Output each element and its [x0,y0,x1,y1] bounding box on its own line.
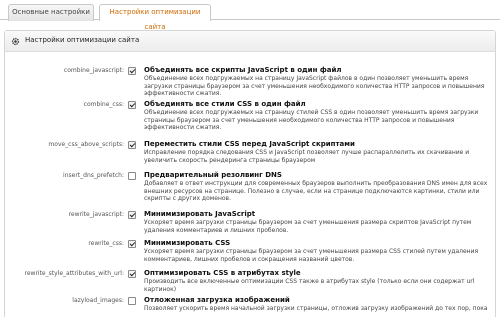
option-description: Производить все включенные оптимизации C… [144,278,475,293]
option-title: Переместить стили CSS перед JavaScript с… [144,140,355,148]
option-title: Минимизировать CSS [144,239,231,247]
tab-bar: Основные настройки Настройки оптимизации… [0,0,500,31]
combine-css-checkbox[interactable] [128,101,136,109]
tab-optimization-settings[interactable]: Настройки оптимизации сайта [99,4,211,31]
gear-icon [11,37,20,46]
option-key: move_css_above_scripts: [48,141,124,148]
option-title: Отложенная загрузка изображений [144,296,290,304]
tab-main-settings[interactable]: Основные настройки [8,4,94,21]
panel-header: Настройки оптимизации сайта [5,31,495,52]
lazyload-images-checkbox[interactable] [128,297,136,305]
option-description: Объединение всех подгружаемых на страниц… [144,109,479,131]
option-description: Ускоряет время загрузки страницы браузер… [144,219,472,234]
rewrite-javascript-checkbox[interactable] [128,211,136,219]
option-key: lazyload_images: [72,297,124,304]
option-title: Оптимизировать CSS в атрибутах style [144,269,301,277]
option-key: rewrite_css: [88,240,124,247]
option-description: Объединение всех подгружаемых на страниц… [144,75,485,97]
insert-dns-prefetch-checkbox[interactable] [128,172,136,180]
move-css-above-scripts-checkbox[interactable] [128,141,136,149]
option-description: Добавляет в ответ инструкции для совреме… [144,180,488,202]
panel-title: Настройки оптимизации сайта [25,36,140,44]
option-key: rewrite_style_attributes_with_url: [24,270,124,277]
option-title: Объединять все стили CSS в один файл [144,100,306,108]
option-description: Исправление порядка следования CSS и Jav… [144,149,470,164]
option-description: Ускоряет время загрузки страницы браузер… [144,248,479,263]
rewrite-css-checkbox[interactable] [128,240,136,248]
rewrite-style-attributes-checkbox[interactable] [128,270,136,278]
option-title: Минимизировать JavaScript [144,210,256,218]
option-title: Предварительный резолвинг DNS [144,171,282,179]
option-key: insert_dns_prefetch: [63,172,124,179]
combine-javascript-checkbox[interactable] [128,67,136,75]
option-key: combine_css: [83,101,124,108]
option-key: combine_javascript: [63,67,124,74]
option-key: rewrite_javascript: [68,211,124,218]
option-title: Объединять все скрипты JavaScript в один… [144,66,342,74]
option-description: Позволяет ускорить время начальной загру… [144,305,488,312]
